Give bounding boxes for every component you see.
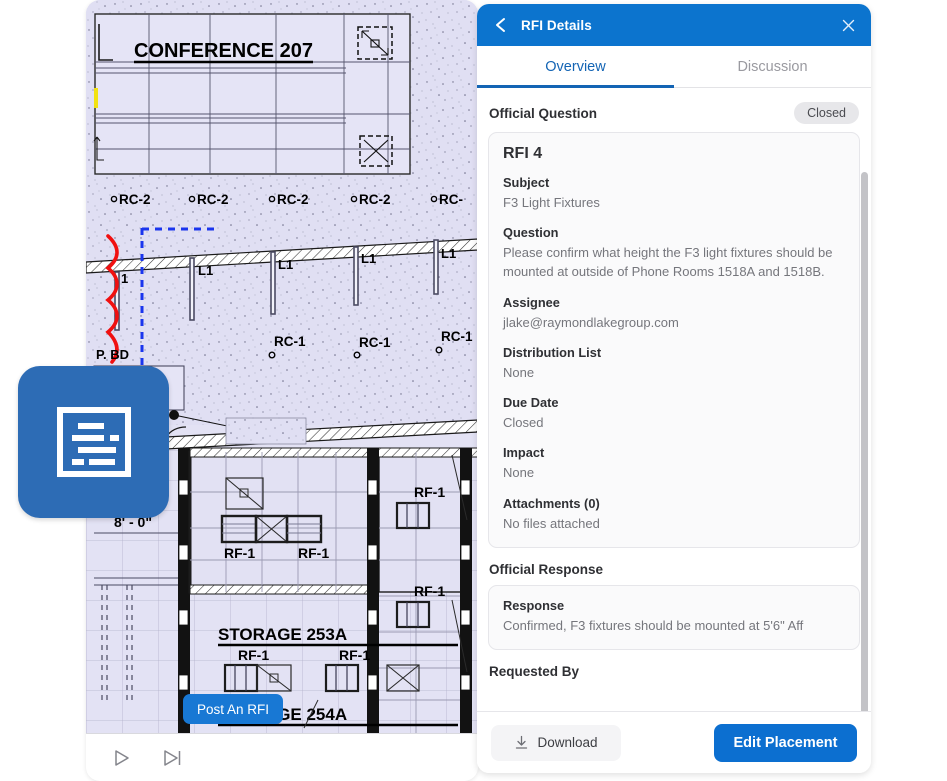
- svg-text:RC-2: RC-2: [277, 192, 309, 207]
- svg-text:RC-: RC-: [439, 192, 463, 207]
- requested-by-header: Requested By: [489, 664, 859, 679]
- field-value-assignee: jlake@raymondlakegroup.com: [503, 314, 679, 330]
- panel-tabs: Overview Discussion: [477, 46, 871, 88]
- panel-header: RFI Details: [477, 4, 871, 46]
- rfi-marker-badge[interactable]: [18, 366, 169, 518]
- plan-toolbar: [86, 733, 478, 781]
- official-response-title: Official Response: [489, 561, 604, 577]
- field-value-response: Confirmed, F3 fixtures should be mounted…: [503, 617, 804, 633]
- chevron-left-icon[interactable]: [491, 15, 511, 35]
- panel-scrollbar-thumb[interactable]: [861, 172, 868, 711]
- official-question-title: Official Question: [489, 105, 598, 121]
- post-an-rfi-label: Post An RFI: [197, 701, 270, 717]
- tab-overview-label: Overview: [545, 58, 606, 75]
- field-label-question: Question: [503, 225, 559, 241]
- room-label-storage-253a: STORAGE 253A: [218, 625, 347, 644]
- panel-scroll-area[interactable]: Official Question Closed RFI 4 Subject F…: [477, 88, 871, 711]
- document-lines-icon: [56, 407, 131, 477]
- field-value-distribution-list: None: [503, 364, 535, 380]
- download-icon: [516, 735, 528, 749]
- fixture-tag-rf1: RF-1: [224, 545, 255, 561]
- field-value-question: Please confirm what height the F3 light …: [503, 245, 833, 280]
- rfi-details-panel: RFI Details Overview Discussion Official…: [477, 4, 871, 773]
- field-label-assignee: Assignee: [503, 294, 560, 310]
- room-label-conference: CONFERENCE 207: [134, 40, 313, 62]
- close-icon[interactable]: [839, 16, 857, 34]
- requested-by-title: Requested By: [489, 664, 580, 680]
- svg-text:RF-1: RF-1: [238, 647, 269, 663]
- svg-text:L1: L1: [278, 257, 293, 272]
- official-question-card: RFI 4 Subject F3 Light Fixtures Question…: [488, 132, 860, 548]
- skip-next-icon-glyph: [164, 749, 181, 766]
- rfi-number: RFI 4: [503, 145, 543, 162]
- svg-text:L1: L1: [361, 251, 376, 266]
- plan-tag-pbd: P. BD: [96, 347, 129, 362]
- tab-discussion[interactable]: Discussion: [674, 46, 871, 87]
- field-value-due-date: Closed: [503, 415, 544, 431]
- official-question-header: Official Question Closed: [489, 102, 859, 124]
- field-label-attachments: Attachments (0): [503, 495, 600, 511]
- svg-text:RC-1: RC-1: [441, 329, 473, 344]
- field-label-impact: Impact: [503, 445, 545, 461]
- skip-next-icon[interactable]: [158, 743, 188, 773]
- download-label: Download: [537, 735, 598, 750]
- svg-text:RC-2: RC-2: [359, 192, 391, 207]
- field-value-attachments: No files attached: [503, 515, 600, 531]
- tab-discussion-label: Discussion: [737, 58, 808, 75]
- field-label-due-date: Due Date: [503, 395, 559, 411]
- edit-placement-label: Edit Placement: [733, 734, 838, 751]
- chevron-left-glyph: [496, 18, 505, 32]
- download-button[interactable]: Download: [491, 724, 621, 761]
- field-value-impact: None: [503, 465, 535, 481]
- field-label-response: Response: [503, 597, 565, 613]
- svg-text:RC-1: RC-1: [274, 334, 306, 349]
- panel-footer: Download Edit Placement: [477, 711, 871, 773]
- field-label-subject: Subject: [503, 175, 550, 190]
- field-label-distribution-list: Distribution List: [503, 344, 602, 360]
- field-value-subject: F3 Light Fixtures: [503, 195, 600, 210]
- svg-text:RF-1: RF-1: [298, 545, 329, 561]
- close-icon-glyph: [842, 19, 854, 31]
- edit-placement-button[interactable]: Edit Placement: [714, 723, 857, 762]
- svg-text:RF-1: RF-1: [414, 583, 445, 599]
- post-an-rfi-button[interactable]: Post An RFI: [183, 694, 284, 724]
- panel-title: RFI Details: [521, 17, 592, 33]
- fixture-tag-l1: 1: [121, 271, 128, 286]
- svg-text:RC-2: RC-2: [197, 192, 229, 207]
- fixture-tag-rc1: RC-1: [359, 335, 391, 350]
- status-badge[interactable]: Closed: [794, 102, 859, 124]
- official-response-header: Official Response: [489, 562, 859, 577]
- play-icon-glyph: [115, 749, 129, 766]
- fixture-tag-rc2: RC-2: [119, 192, 151, 207]
- svg-text:L1: L1: [441, 246, 456, 261]
- tab-overview[interactable]: Overview: [477, 46, 674, 88]
- svg-text:RF-1: RF-1: [339, 647, 370, 663]
- svg-text:L1: L1: [198, 263, 213, 278]
- official-response-card: Response Confirmed, F3 fixtures should b…: [488, 584, 860, 651]
- svg-text:RF-1: RF-1: [414, 484, 445, 500]
- play-icon[interactable]: [106, 743, 136, 773]
